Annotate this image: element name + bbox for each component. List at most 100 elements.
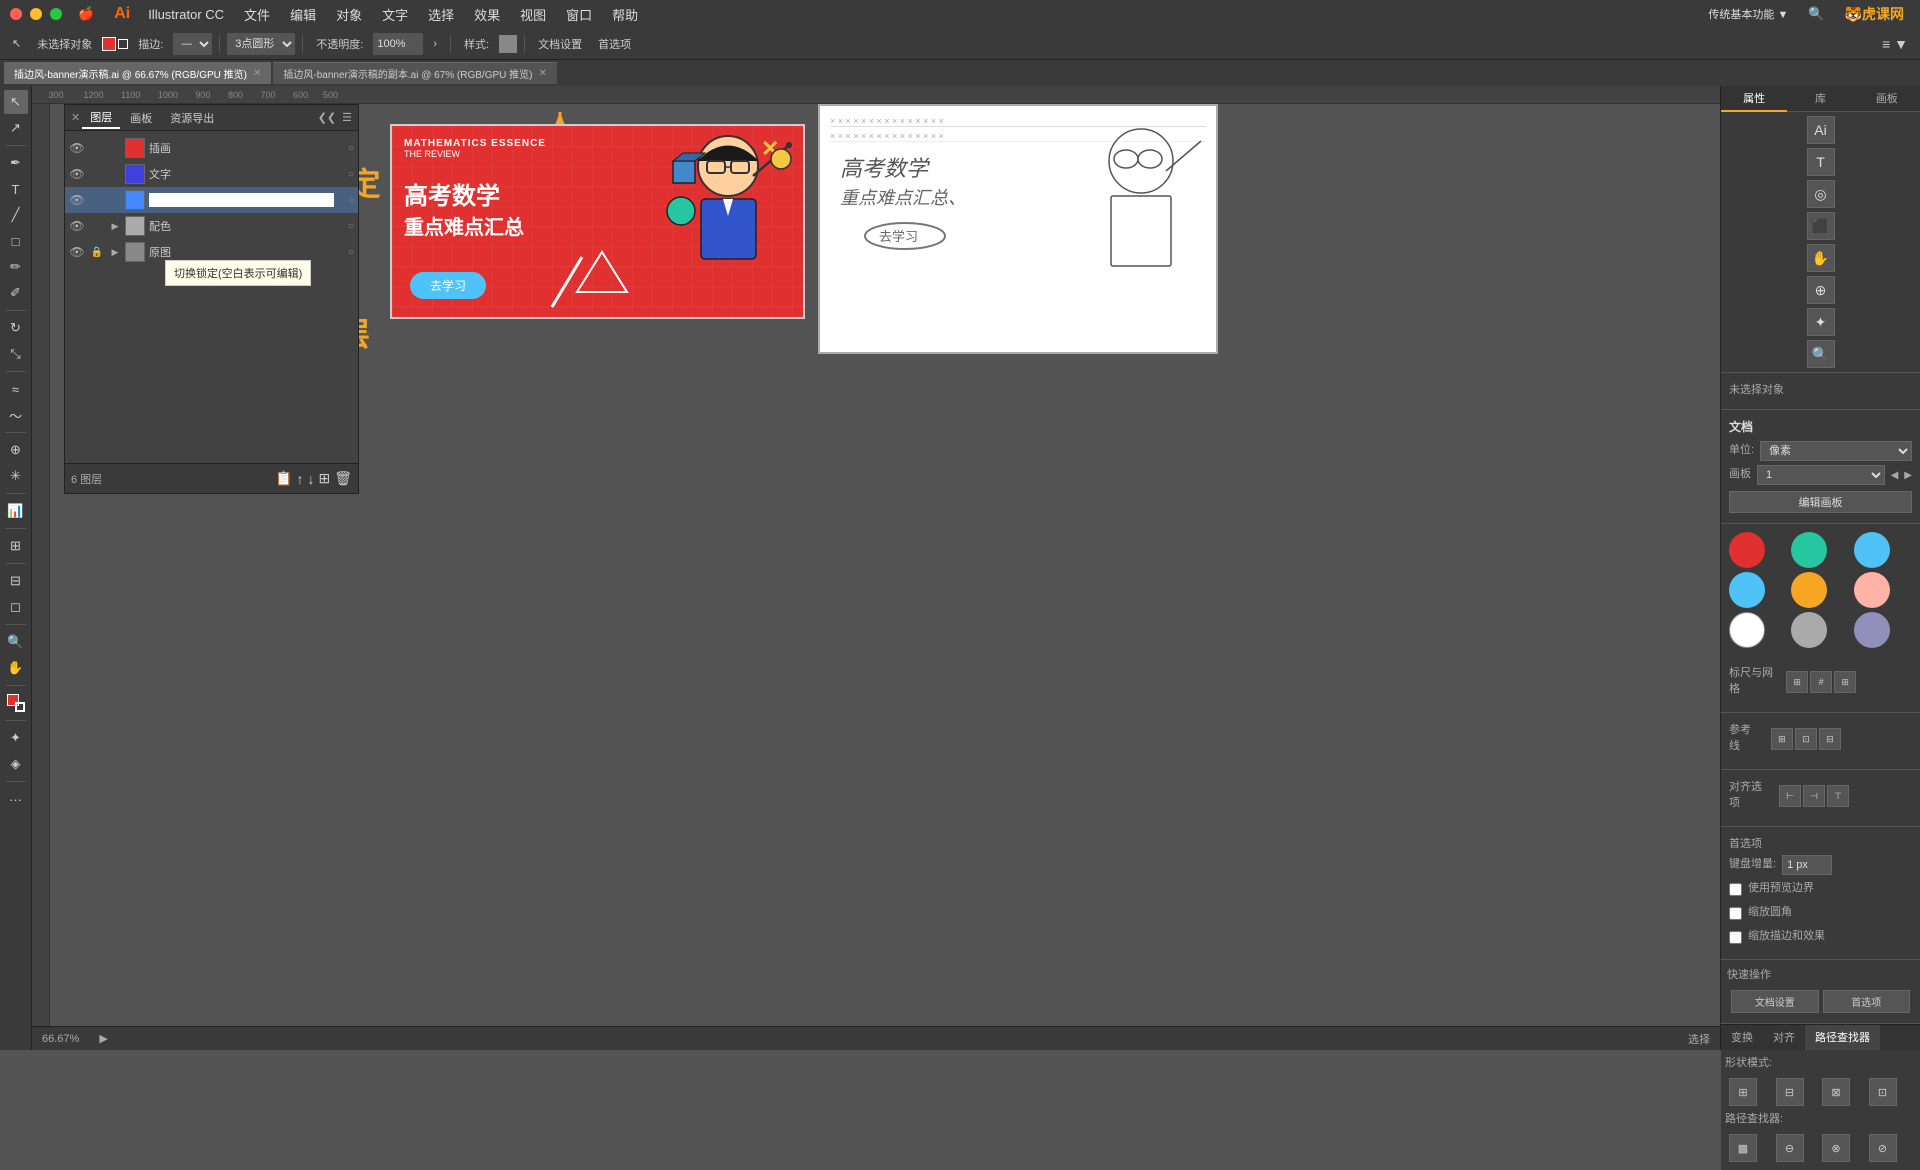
layer-row-editing[interactable]: 👁 ○ [65,187,358,213]
selection-tool-btn[interactable]: ↖ [6,35,27,52]
rpanel-artboard-select[interactable]: 1 [1757,465,1885,485]
traffic-light-red[interactable] [10,8,22,20]
color-swatch-peach[interactable] [1854,572,1890,608]
color-swatch-teal[interactable] [1791,532,1827,568]
menu-window[interactable]: 窗口 [558,3,600,26]
layers-tab[interactable]: 图层 [82,107,120,129]
align-center-icon[interactable]: ⊣ [1803,785,1825,807]
blend-tool[interactable]: ⊕ [4,438,28,462]
color-swatch-gray[interactable] [1791,612,1827,648]
guide-icon-1[interactable]: ⊞ [1771,728,1793,750]
rpanel-preview-checkbox[interactable] [1729,883,1742,896]
banner-goto-btn[interactable]: 去学习 [410,272,486,299]
new-layer-btn[interactable]: 📋 [275,470,292,487]
rpanel-kbd-input[interactable] [1782,855,1832,875]
layer-row-illustration[interactable]: 👁 插画 ○ [65,135,358,161]
layer-lock-palette[interactable] [89,218,105,234]
fill-color-box[interactable] [118,39,128,49]
preferences-btn[interactable]: 首选项 [592,34,637,54]
layer-lock-original[interactable]: 🔒 [89,244,105,260]
rpanel-round-checkbox[interactable] [1729,907,1742,920]
export-tab[interactable]: 资源导出 [162,108,222,128]
symbol-tool[interactable]: ✳ [4,464,28,488]
shape-select[interactable]: 3点圆形 [227,33,295,55]
layer-expand-editing[interactable] [109,194,121,206]
apple-menu[interactable]: 🍎 [78,6,94,22]
shape-tool[interactable]: □ [4,229,28,253]
menu-file[interactable]: 文件 [236,3,278,26]
rotate-tool[interactable]: ↻ [4,316,28,340]
align-left-icon[interactable]: ⊢ [1779,785,1801,807]
pf-op-2[interactable]: ⊖ [1776,1134,1804,1162]
rp-tool-4[interactable]: ⬛ [1807,212,1835,240]
zoom-tool[interactable]: 🔍 [4,630,28,654]
layer-visibility-editing[interactable]: 👁 [69,192,85,208]
rpanel-scale-stroke-checkbox[interactable] [1729,931,1742,944]
layers-collapse-btn[interactable]: ❮❮ [318,111,336,124]
scale-icon-1[interactable]: ⊞ [1786,671,1808,693]
fill-color-tool[interactable] [4,691,28,715]
pf-op-4[interactable]: ⊘ [1869,1134,1897,1162]
rp-tool-1[interactable]: Ai [1807,116,1835,144]
opacity-arrow[interactable]: › [427,36,443,52]
selection-tool[interactable]: ↖ [4,90,28,114]
traffic-light-green[interactable] [50,8,62,20]
layer-visibility-illustration[interactable]: 👁 [69,140,85,156]
image-effects-tool[interactable]: ✦ [4,726,28,750]
width-tool[interactable]: ≈ [4,377,28,401]
layers-panel-close[interactable]: ✕ [71,111,80,124]
layer-visibility-text[interactable]: 👁 [69,166,85,182]
zoom-level[interactable]: 66.67% [42,1033,79,1045]
eraser-tool[interactable]: ◻ [4,595,28,619]
menu-edit[interactable]: 编辑 [282,3,324,26]
layers-menu-btn[interactable]: ☰ [342,111,352,124]
paintbrush-tool[interactable]: ✏ [4,255,28,279]
pf-op-3[interactable]: ⊗ [1822,1134,1850,1162]
br-tab-pathfinder[interactable]: 路径查找器 [1805,1025,1880,1050]
color-swatch-lightblue[interactable] [1854,532,1890,568]
layer-expand-illustration[interactable] [109,142,121,154]
color-swatch-cyan[interactable] [1729,572,1765,608]
pf-intersect[interactable]: ⊠ [1822,1078,1850,1106]
rpanel-tab-properties[interactable]: 属性 [1721,86,1787,112]
br-tab-align[interactable]: 对齐 [1763,1025,1805,1050]
layer-lock-text[interactable] [89,166,105,182]
tab-main[interactable]: 插边风-banner演示稿.ai @ 66.67% (RGB/GPU 推览) ✕ [4,62,271,84]
quick-op-doc-settings[interactable]: 文档设置 [1731,990,1819,1013]
duplicate-layer-btn[interactable]: ⊞ [318,470,330,487]
text-tool[interactable]: T [4,177,28,201]
appearance-tool[interactable]: ◈ [4,752,28,776]
artboard-tool[interactable]: ⊞ [4,534,28,558]
layer-expand-text[interactable] [109,168,121,180]
layer-visibility-palette[interactable]: 👁 [69,218,85,234]
pf-unite[interactable]: ⊞ [1729,1078,1757,1106]
rp-tool-6[interactable]: ⊕ [1807,276,1835,304]
style-preview[interactable] [499,35,517,53]
layer-lock-illustration[interactable] [89,140,105,156]
traffic-light-yellow[interactable] [30,8,42,20]
move-layer-down-btn[interactable]: ↓ [307,471,314,487]
rpanel-tab-artboard[interactable]: 画板 [1854,86,1920,112]
scale-icon-2[interactable]: # [1810,671,1832,693]
guide-icon-3[interactable]: ⊟ [1819,728,1841,750]
tab-main-close[interactable]: ✕ [253,68,261,79]
menu-illustrator-cc[interactable]: Illustrator CC [140,5,232,24]
move-layer-up-btn[interactable]: ↑ [296,471,303,487]
layer-visibility-original[interactable]: 👁 [69,244,85,260]
layer-lock-editing[interactable] [89,192,105,208]
rp-tool-2[interactable]: T [1807,148,1835,176]
hand-tool[interactable]: ✋ [4,656,28,680]
tab-copy[interactable]: 插边风-banner演示稿的副本.ai @ 67% (RGB/GPU 推览) ✕ [273,62,556,84]
edit-artboard-btn[interactable]: 编辑画板 [1729,491,1912,513]
menu-select[interactable]: 选择 [420,3,462,26]
quick-op-prefs[interactable]: 首选项 [1823,990,1911,1013]
rpanel-artboard-prev[interactable]: ◀ [1891,470,1899,481]
scale-tool[interactable]: ⤡ [4,342,28,366]
slice-tool[interactable]: ⊟ [4,569,28,593]
boards-tab[interactable]: 画板 [122,108,160,128]
opacity-input[interactable] [373,33,423,55]
rpanel-tab-library[interactable]: 库 [1787,86,1853,112]
menu-text[interactable]: 文字 [374,3,416,26]
rpanel-artboard-next[interactable]: ▶ [1904,470,1912,481]
arrange-icons[interactable]: ≡ ▼ [1876,34,1914,54]
